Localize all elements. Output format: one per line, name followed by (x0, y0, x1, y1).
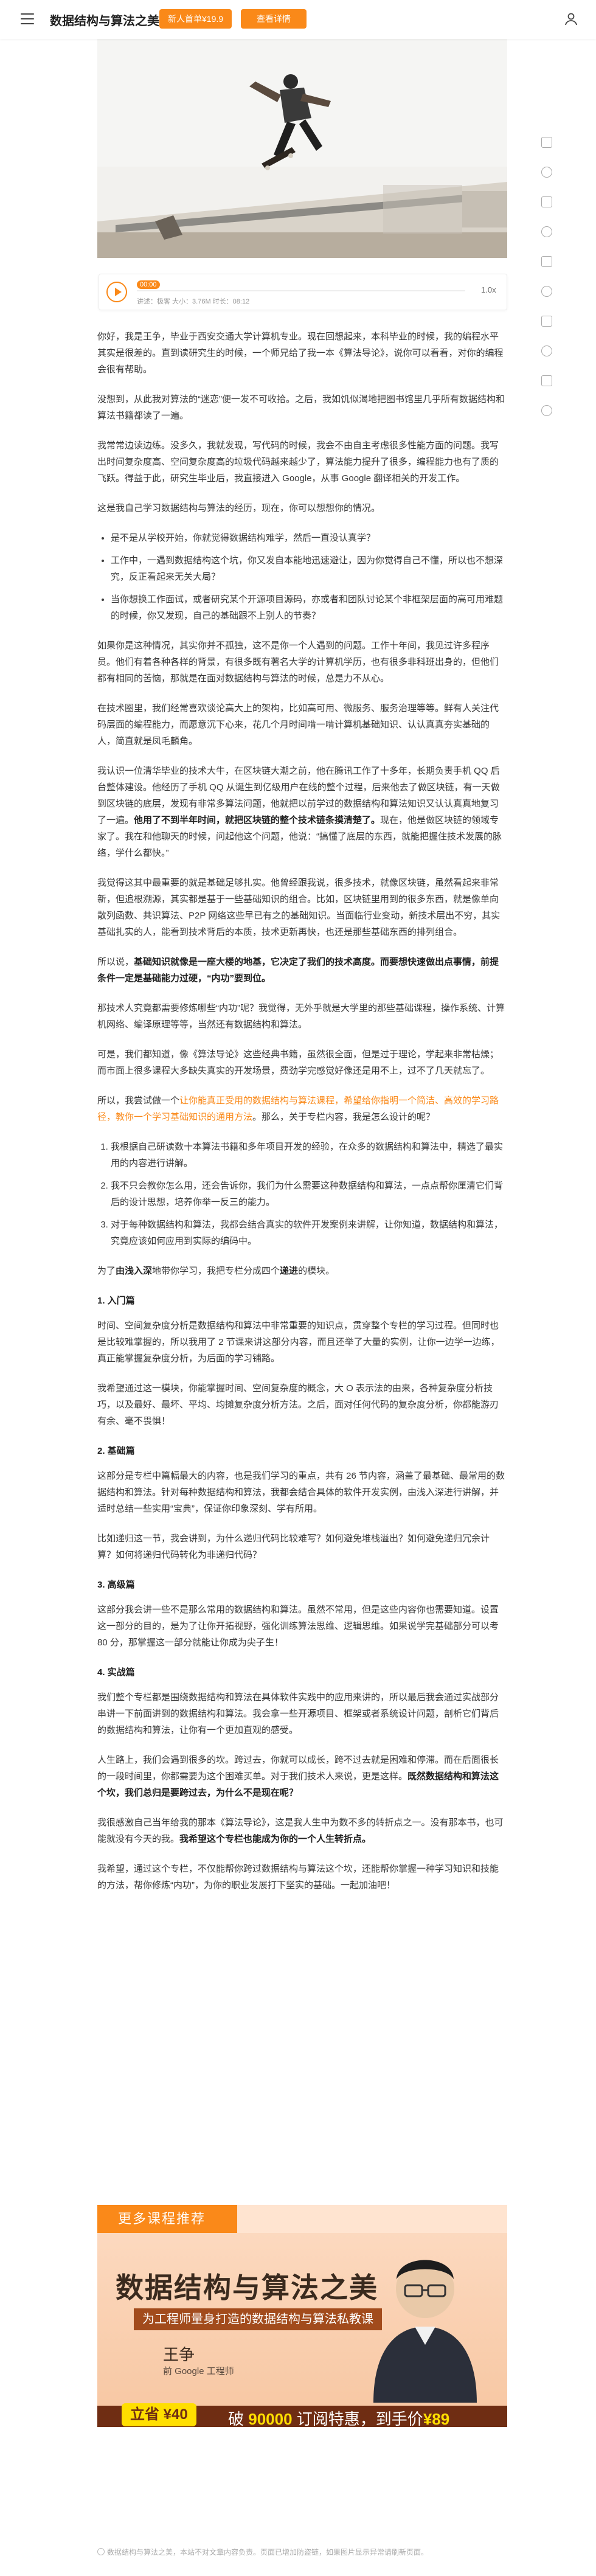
text-span: 的模块。 (298, 1266, 335, 1276)
audio-current-time: 00:00 (137, 280, 160, 289)
menu-icon[interactable] (21, 13, 34, 24)
teacher-role: 前 Google 工程师 (163, 2366, 234, 2376)
course-promo-banner[interactable]: 更多课程推荐 数据结构与算法之美 为工程师量身打造的数据结构与算法私教课 王争 … (97, 2205, 507, 2427)
text-span: 。那么，关于专栏内容，我是怎么设计的呢？ (252, 1112, 435, 1122)
paragraph: 没想到，从此我对算法的“迷恋”便一发不可收拾。之后，我如饥似渴地把图书馆里几乎所… (97, 394, 505, 421)
text-span: 地带你学习，我把专栏分成四个 (152, 1266, 280, 1276)
text-span: 所以，我尝试做一个 (97, 1095, 180, 1106)
share-icon[interactable] (541, 256, 552, 267)
bullet-list: 是不是从学校开始，你就觉得数据结构难学，然后一直没认真学？ 工作中，一遇到数据结… (97, 530, 507, 624)
bold-text: 递进 (280, 1266, 299, 1276)
text-span: 为了 (97, 1266, 116, 1276)
paragraph: 我常常边读边练。没多久，我就发现，写代码的时候，我会不由自主考虑很多性能方面的问… (97, 440, 499, 484)
list-item: 对于每种数据结构和算法，我都会结合真实的软件开发案例来讲解，让你知道，数据结构和… (111, 1217, 507, 1249)
view-details-button[interactable]: 查看详情 (241, 9, 307, 29)
like-icon[interactable] (541, 226, 552, 237)
section-heading: 2. 基础篇 (97, 1446, 135, 1456)
paragraph: 在技术圈里，我们经常喜欢谈论高大上的架构，比如高可用、微服务、服务治理等等。鲜有… (97, 703, 499, 746)
list-item: 是不是从学校开始，你就觉得数据结构难学，然后一直没认真学？ (111, 530, 507, 546)
list-item: 工作中，一遇到数据结构这个坑，你又发自本能地迅速避让，因为你觉得自己不懂，所以也… (111, 552, 507, 585)
save-40-button[interactable]: 立省 ¥40 (122, 2403, 196, 2426)
font-size-icon[interactable] (541, 286, 552, 297)
feedback-icon[interactable] (541, 405, 552, 416)
course-title: 数据结构与算法之美 (116, 2272, 378, 2303)
list-item: 我根据自己研读数十本算法书籍和多年项目开发的经验，在众多的数据结构和算法中，精选… (111, 1139, 507, 1172)
paragraph: 我希望通过这一模块，你能掌握时间、空间复杂度的概念，大 O 表示法的由来，各种复… (97, 1383, 499, 1426)
list-item: 当你想换工作面试，或者研究某个开源项目源码，亦或者和团队讨论某个非框架层面的高可… (111, 591, 507, 624)
final-price: ¥89 (423, 2410, 450, 2427)
footnote: 数据结构与算法之美，本站不对文章内容负责。页面已增加防盗链，如果图片显示异常请刷… (97, 2547, 507, 2557)
paragraph: 可是，我们都知道，像《算法导论》这些经典书籍，虽然很全面，但是过于理论，学起来非… (97, 1049, 499, 1076)
buy-bar: 立省 ¥40 破 90000 订阅特惠，到手价¥89 (97, 2403, 507, 2427)
new-user-promo-badge[interactable]: 新人首单¥19.9 (159, 9, 232, 29)
subscriber-count: 90000 (248, 2410, 293, 2427)
buy-offer-text: 破 90000 订阅特惠，到手价¥89 (228, 2407, 449, 2427)
user-icon[interactable] (564, 12, 578, 26)
audio-meta: 讲述：极客 大小：3.76M 时长：08:12 (137, 298, 250, 305)
section-heading: 4. 实战篇 (97, 1667, 135, 1678)
paragraph: 比如递归这一节，我会讲到，为什么递归代码比较难写？如何避免堆栈溢出？如何避免递归… (97, 1533, 490, 1560)
course-subtitle: 为工程师量身打造的数据结构与算法私教课 (134, 2308, 382, 2330)
teacher-name: 王争 (163, 2345, 195, 2364)
more-courses-label: 更多课程推荐 (97, 2205, 237, 2233)
paragraph: 时间、空间复杂度分析是数据结构和算法中非常重要的知识点，贯穿整个专栏的学习过程。… (97, 1321, 500, 1364)
paragraph: 那技术人究竟都需要修炼哪些“内功”呢？我觉得，无外乎就是大学里的那些基础课程，操… (97, 1003, 505, 1030)
teacher-photo (373, 2260, 477, 2403)
paragraph: 这是我自己学习数据结构与算法的经历，现在，你可以想想你的情况。 (97, 503, 381, 513)
playback-speed-button[interactable]: 1.0x (481, 285, 496, 294)
section-heading: 3. 高级篇 (97, 1580, 135, 1590)
paragraph: 我认识一位清华毕业的技术大牛，在区块链大潮之前，他在腾讯工作了十多年，长期负责手… (97, 763, 507, 861)
list-item: 我不只会教你怎么用，还会告诉你，我们为什么需要这种数据结构和算法，一点点帮你厘清… (111, 1178, 507, 1210)
bold-text: 基础知识就像是一座大楼的地基，它决定了我们的技术高度。而要想快速做出点事情，前提… (97, 957, 499, 984)
paragraph: 你好，我是王争，毕业于西安交通大学计算机专业。现在回想起来，本科毕业的时候，我的… (97, 332, 504, 375)
bold-text: 由浅入深 (116, 1266, 153, 1276)
comment-icon[interactable] (541, 167, 552, 178)
bold-text: 他用了不到半年时间，就把区块链的整个技术链条摸清楚了。 (134, 815, 381, 825)
paragraph: 我觉得这其中最重要的就是基础足够扎实。他曾经跟我说，很多技术，就像区块链，虽然看… (97, 878, 501, 937)
paragraph: 为了由浅入深地带你学习，我把专栏分成四个递进的模块。 (97, 1263, 507, 1279)
audio-progress-track[interactable] (137, 290, 465, 291)
play-icon[interactable] (106, 282, 127, 302)
paragraph: 人生路上，我们会遇到很多的坎。跨过去，你就可以成长，跨不过去就是困难和停滞。而在… (97, 1752, 507, 1801)
catalog-icon[interactable] (541, 137, 552, 148)
paragraph: 我希望，通过这个专栏，不仅能帮你跨过数据结构与算法这个坎，还能帮你掌握一种学习知… (97, 1864, 499, 1890)
text-span: 所以说， (97, 957, 134, 967)
audio-player: 00:00 讲述：极客 大小：3.76M 时长：08:12 1.0x (99, 274, 507, 310)
bold-text: 我希望这个专栏也能成为你的一个人生转折点。 (179, 1834, 372, 1844)
text-span: 破 (228, 2410, 244, 2427)
paragraph: 所以，我尝试做一个让你能真正受用的数据结构与算法课程，希望给你指明一个简洁、高效… (97, 1092, 507, 1125)
hero-image (97, 39, 507, 258)
paragraph: 我很感激自己当年给我的那本《算法导论》，这是我人生中为数不多的转折点之一。没有那… (97, 1814, 507, 1847)
section-heading: 1. 入门篇 (97, 1296, 135, 1306)
bookmark-icon[interactable] (541, 316, 552, 327)
footnote-text: 数据结构与算法之美，本站不对文章内容负责。页面已增加防盗链，如果图片显示异常请刷… (107, 2548, 429, 2557)
paragraph: 这部分是专栏中篇幅最大的内容，也是我们学习的重点，共有 26 节内容，涵盖了最基… (97, 1471, 505, 1514)
paragraph: 我们整个专栏都是围绕数据结构和算法在具体软件实践中的应用来讲的，所以最后我会通过… (97, 1692, 499, 1735)
right-sidebar (536, 137, 557, 435)
article-body: 你好，我是王争，毕业于西安交通大学计算机专业。现在回想起来，本科毕业的时候，我的… (97, 328, 507, 1907)
download-icon[interactable] (541, 375, 552, 386)
page-title: 数据结构与算法之美 (50, 15, 159, 28)
paragraph: 如果你是这种情况，其实你并不孤独，这不是你一个人遇到的问题。工作十年间，我见过许… (97, 641, 499, 684)
paragraph: 这部分我会讲一些不是那么常用的数据结构和算法。虽然不常用，但是这些内容你也需要知… (97, 1605, 499, 1648)
top-bar: 数据结构与算法之美 新人首单¥19.9 查看详情 (0, 0, 596, 39)
numbered-list: 我根据自己研读数十本算法书籍和多年项目开发的经验，在众多的数据结构和算法中，精选… (97, 1139, 507, 1249)
paragraph: 所以说，基础知识就像是一座大楼的地基，它决定了我们的技术高度。而要想快速做出点事… (97, 954, 507, 987)
info-icon (97, 2548, 105, 2555)
note-icon[interactable] (541, 196, 552, 207)
theme-icon[interactable] (541, 345, 552, 356)
text-span: 订阅特惠，到手价 (296, 2410, 423, 2427)
